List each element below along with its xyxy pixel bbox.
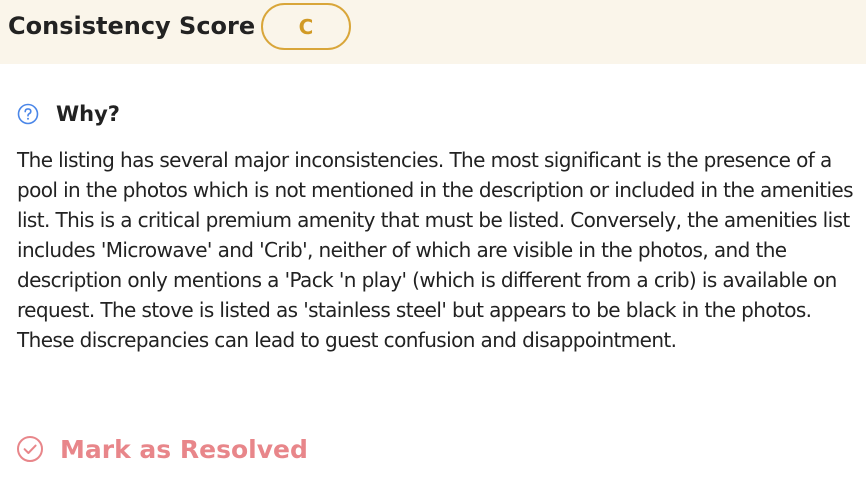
score-title: Consistency Score: [8, 12, 256, 40]
why-label: Why?: [56, 102, 120, 126]
explanation-text: The listing has several major inconsiste…: [17, 148, 854, 352]
question-circle-icon: [17, 103, 39, 125]
mark-resolved-button[interactable]: Mark as Resolved: [16, 432, 308, 466]
check-circle-icon: [16, 435, 44, 463]
mark-resolved-label: Mark as Resolved: [60, 434, 308, 464]
why-heading: Why?: [17, 100, 120, 128]
score-header: Consistency Score C: [0, 0, 866, 64]
grade-badge: C: [261, 3, 351, 50]
